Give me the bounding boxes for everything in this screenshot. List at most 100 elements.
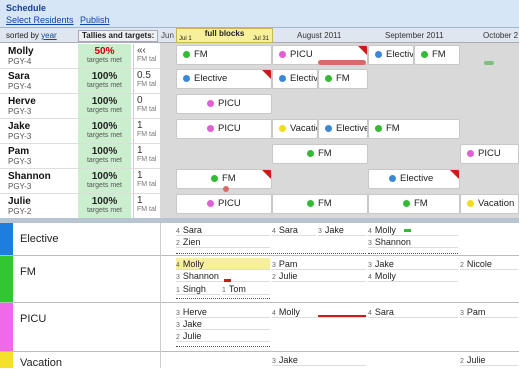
assignment-chip[interactable]: 2 Zien (176, 236, 270, 248)
assignment-chip-selected[interactable]: 4 Molly (176, 258, 270, 270)
block-jake-vacation[interactable]: Vacation (272, 119, 318, 139)
scroll-handle[interactable] (484, 61, 494, 65)
year-number: 2 (176, 334, 180, 341)
block-julie-picu[interactable]: PICU (176, 194, 272, 214)
resident-row-julie[interactable]: Julie PGY-2 (2, 194, 76, 219)
assignment-chip[interactable]: 3 Jake (368, 258, 458, 270)
block-pam-fm[interactable]: FM (272, 144, 368, 164)
block-sara-fm[interactable]: FM (318, 69, 368, 89)
elective-dot-icon (279, 75, 286, 82)
drag-handle[interactable] (223, 186, 229, 192)
fm-tally-label: FM tal (137, 81, 157, 88)
year-number: 1 (222, 287, 226, 294)
resident-row-pam[interactable]: Pam PGY-3 (2, 144, 76, 169)
resident-row-jake[interactable]: Jake PGY-3 (2, 119, 76, 144)
dotted-rule (176, 298, 270, 299)
conflict-marker (224, 279, 231, 282)
assignment-chip[interactable]: 2 Julie (460, 354, 518, 366)
assignment-chip[interactable]: 1 Singh (176, 283, 220, 295)
resident-name: Molly (182, 259, 204, 269)
year-number: 3 (272, 262, 276, 269)
block-molly-fm[interactable]: FM (176, 45, 272, 65)
assignment-chip[interactable]: 4 Sara (272, 224, 316, 236)
block-pam-picu[interactable]: PICU (460, 144, 519, 164)
resident-name: Zien (182, 237, 201, 247)
assignment-chip[interactable]: 3 Pam (460, 306, 518, 318)
resident-row-molly[interactable]: Molly PGY-4 (2, 44, 76, 69)
year-number: 3 (176, 322, 180, 329)
vacation-dot-icon (279, 125, 286, 132)
assignment-chip[interactable]: 2 Nicole (460, 258, 518, 270)
assignment-chip[interactable]: 4 Sara (368, 306, 458, 318)
year-number: 3 (272, 358, 276, 365)
block-label: PICU (290, 49, 313, 60)
select-residents-link[interactable]: Select Residents (6, 15, 74, 25)
elective-dot-icon (375, 51, 382, 58)
sort-label: sorted by year (6, 31, 57, 40)
assignment-chip[interactable]: 4 Molly (368, 270, 458, 282)
fm-tally-value: 0 (137, 95, 143, 106)
fm-tally-value: 1 (137, 120, 143, 131)
block-shannon-elective[interactable]: Elective (368, 169, 460, 189)
assignment-chip[interactable]: 3 Jake (176, 318, 270, 330)
resident-name: Herve (8, 96, 36, 107)
block-label: Elective (400, 173, 434, 184)
resident-name: Sara (8, 71, 30, 82)
assignment-chip[interactable]: 1 Tom (222, 283, 270, 295)
block-sara-elective2[interactable]: Elective (272, 69, 318, 89)
assignment-chip[interactable]: 3 Jake (318, 224, 366, 236)
resident-row-herve[interactable]: Herve PGY-3 (2, 94, 76, 119)
elective-dot-icon (389, 175, 396, 182)
year-number: 3 (176, 274, 180, 281)
block-julie-fm[interactable]: FM (272, 194, 368, 214)
assignment-chip[interactable]: 4 Molly (368, 224, 458, 236)
year-number: 4 (272, 228, 276, 235)
fm-dot-icon (211, 175, 218, 182)
resident-name: Jake (324, 225, 344, 235)
assignment-chip[interactable]: 3 Jake (272, 354, 366, 366)
assignment-chip[interactable]: 3 Herve (176, 306, 270, 318)
block-molly-elective[interactable]: Elective (368, 45, 414, 65)
category-name: Elective (20, 233, 59, 245)
tally-marker (404, 229, 411, 232)
tally-percent: 100% (91, 121, 118, 132)
resident-name: Jake (8, 121, 31, 132)
block-jake-fm[interactable]: FM (368, 119, 460, 139)
sort-year-link[interactable]: year (41, 31, 57, 40)
year-number: 3 (318, 228, 322, 235)
dotted-rule (176, 346, 270, 347)
resident-row-sara[interactable]: Sara PGY-4 (2, 69, 76, 94)
block-sara-elective[interactable]: Elective (176, 69, 272, 89)
fm-tally-cell: 1 FM tal (133, 119, 157, 144)
publish-link[interactable]: Publish (80, 15, 110, 25)
block-start: Jul 1 (179, 36, 192, 42)
resident-name: Julie (182, 331, 202, 341)
resident-row-shannon[interactable]: Shannon PGY-3 (2, 169, 76, 194)
separator (0, 351, 519, 352)
block-jake-picu[interactable]: PICU (176, 119, 272, 139)
conflict-marker (318, 315, 366, 317)
block-molly-fm2[interactable]: FM (414, 45, 460, 65)
assignment-chip[interactable]: 3 Pam (272, 258, 366, 270)
month-oct: October 2 (483, 31, 519, 40)
block-herve-picu[interactable]: PICU (176, 94, 272, 114)
assignment-chip[interactable]: 4 Sara (176, 224, 270, 236)
tally-label: targets met (86, 207, 122, 214)
pane-divider[interactable] (0, 218, 519, 223)
block-label: Elective (386, 49, 414, 60)
assignment-chip[interactable]: 2 Julie (176, 330, 270, 342)
full-blocks-column[interactable]: full blocks Jul 1 Jul 31 (176, 28, 273, 43)
assignment-chip[interactable]: 2 Julie (272, 270, 366, 282)
assignment-chip[interactable]: 3 Shannon (176, 270, 270, 282)
block-label: FM (336, 73, 350, 84)
fm-dot-icon (375, 125, 382, 132)
block-julie-vacation[interactable]: Vacation (460, 194, 519, 214)
block-julie-fm2[interactable]: FM (368, 194, 460, 214)
tally-cell: 100% targets met (78, 169, 131, 194)
jun-label: Jun (161, 31, 174, 40)
tally-label: targets met (86, 182, 122, 189)
assignment-chip[interactable]: 3 Shannon (368, 236, 458, 248)
block-jake-elective[interactable]: Elective (318, 119, 368, 139)
category-name: PICU (20, 313, 47, 325)
year-number: 4 (176, 262, 180, 269)
